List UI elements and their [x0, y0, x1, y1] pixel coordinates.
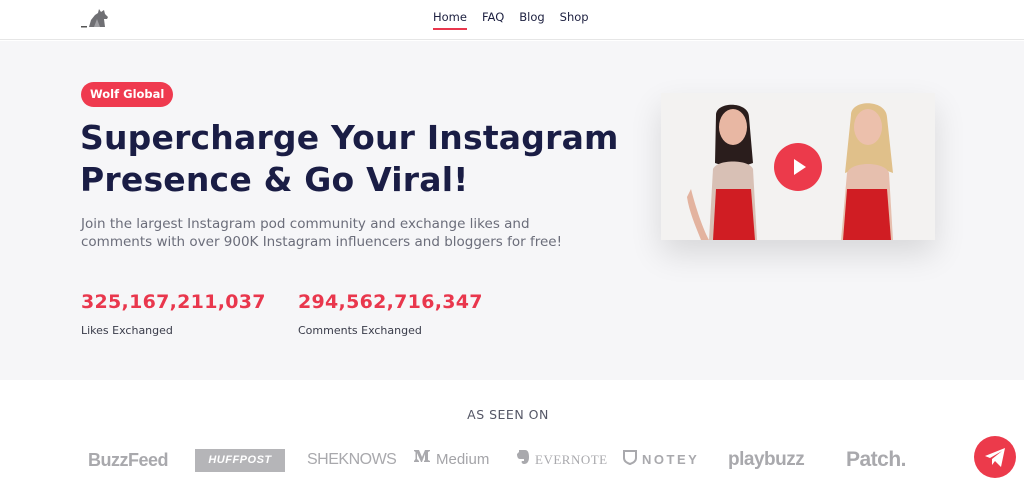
- medium-icon: [413, 446, 431, 474]
- nav-item-shop[interactable]: Shop: [560, 10, 589, 30]
- evernote-label: EVERNOTE: [535, 452, 608, 467]
- medium-label: Medium: [436, 451, 490, 468]
- notey-logo: NOTEY: [623, 446, 699, 474]
- stat-comments: 294,562,716,347 Comments Exchanged: [298, 291, 483, 337]
- wolf-logo-icon[interactable]: [80, 6, 110, 30]
- press-logos: BuzzFeed HUFFPOST SHEKNOWS Medium EVERNO…: [88, 446, 928, 474]
- telegram-paper-plane-icon[interactable]: [974, 436, 1016, 478]
- hero-subtitle: Join the largest Instagram pod community…: [81, 215, 601, 251]
- headline-line-2: Presence & Go Viral!: [80, 160, 469, 199]
- page: Home FAQ Blog Shop Wolf Global Superchar…: [0, 0, 1024, 488]
- as-seen-on-title: AS SEEN ON: [467, 407, 549, 422]
- sheknows-logo: SHEKNOWS: [307, 451, 397, 468]
- notey-label: NOTEY: [642, 452, 700, 467]
- huffpost-logo: HUFFPOST: [195, 449, 285, 472]
- headline-line-1: Supercharge Your Instagram: [80, 118, 619, 157]
- brand-badge: Wolf Global: [81, 82, 174, 107]
- stat-likes-value: 325,167,211,037: [81, 291, 266, 313]
- medium-logo: Medium: [413, 446, 489, 474]
- stat-likes: 325,167,211,037 Likes Exchanged: [81, 291, 266, 337]
- nav-item-home[interactable]: Home: [433, 10, 467, 30]
- play-icon[interactable]: [774, 143, 822, 191]
- hero-section: Wolf Global Supercharge Your Instagram P…: [0, 41, 1024, 380]
- nav-item-blog[interactable]: Blog: [519, 10, 544, 30]
- subtitle-line-1: Join the largest Instagram pod community…: [81, 216, 530, 232]
- main-nav: Home FAQ Blog Shop: [433, 10, 589, 30]
- hero-headline: Supercharge Your Instagram Presence & Go…: [80, 117, 620, 201]
- playbuzz-logo: playbuzz: [728, 449, 805, 470]
- buzzfeed-logo: BuzzFeed: [88, 450, 169, 470]
- video-thumbnail[interactable]: [661, 93, 935, 240]
- stat-comments-label: Comments Exchanged: [298, 324, 422, 337]
- evernote-elephant-icon: [516, 447, 530, 475]
- stat-comments-value: 294,562,716,347: [298, 291, 483, 313]
- subtitle-line-2: comments with over 900K Instagram influe…: [81, 234, 562, 250]
- nav-item-faq[interactable]: FAQ: [482, 10, 504, 30]
- notey-shield-icon: [623, 447, 637, 475]
- stat-likes-label: Likes Exchanged: [81, 324, 173, 337]
- evernote-logo: EVERNOTE: [516, 446, 608, 474]
- header: Home FAQ Blog Shop: [0, 0, 1024, 40]
- patch-logo: Patch.: [846, 448, 907, 471]
